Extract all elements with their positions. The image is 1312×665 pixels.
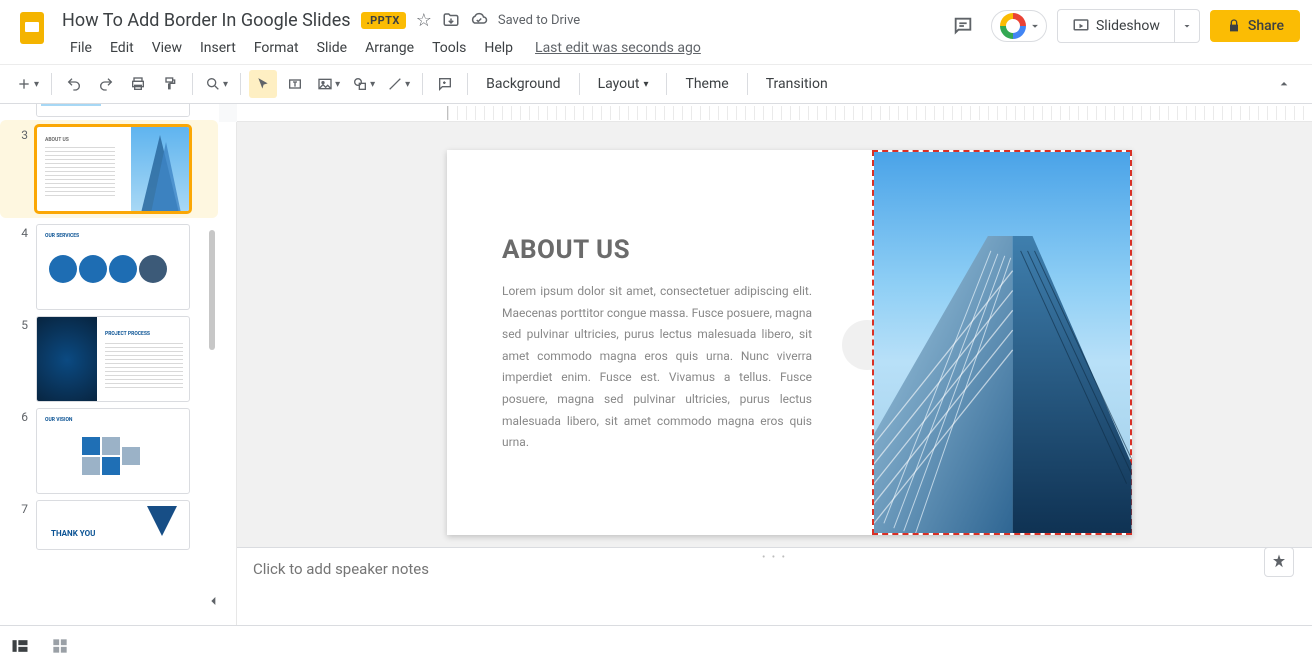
thumb-image <box>131 127 189 211</box>
slideshow-button[interactable]: Slideshow <box>1057 9 1175 43</box>
thumb-title: PROJECT PROCESS <box>105 331 150 337</box>
pane-resize-handle[interactable]: • • • <box>762 552 787 563</box>
cloud-saved-icon[interactable] <box>470 11 488 29</box>
slide-thumb-vision[interactable]: OUR VISION <box>36 408 190 494</box>
thumb-number: 3 <box>18 126 28 142</box>
thumb-graphic <box>37 409 190 494</box>
image-tool[interactable]: ▾ <box>313 70 344 98</box>
thumb-image <box>37 317 97 401</box>
paint-format-button[interactable] <box>156 70 184 98</box>
toolbar: ▾ ▾ ▾ ▾ ▾ Background Layout▾ Theme Trans… <box>0 64 1312 104</box>
bottom-bar <box>0 625 1312 665</box>
new-slide-button[interactable]: ▾ <box>12 70 43 98</box>
menu-slide[interactable]: Slide <box>309 36 355 60</box>
menu-format[interactable]: Format <box>246 36 307 60</box>
current-slide[interactable]: ABOUT US Lorem ipsum dolor sit amet, con… <box>447 150 1132 535</box>
slide-thumb[interactable] <box>36 104 190 117</box>
thumb-text-placeholder <box>45 147 115 197</box>
menu-insert[interactable]: Insert <box>192 36 244 60</box>
present-icon <box>1072 17 1090 35</box>
filmstrip-scrollbar[interactable] <box>209 230 215 350</box>
layout-button[interactable]: Layout▾ <box>588 70 659 98</box>
slideshow-label: Slideshow <box>1096 18 1160 34</box>
lock-icon <box>1226 18 1242 34</box>
thumb-graphic <box>137 501 187 550</box>
meet-button[interactable] <box>991 10 1047 42</box>
theme-button[interactable]: Theme <box>675 70 738 98</box>
thumb-title: THANK YOU <box>51 529 95 538</box>
thumb-number: 5 <box>18 316 28 332</box>
slide-thumb-thankyou[interactable]: THANK YOU <box>36 500 190 550</box>
share-button[interactable]: Share <box>1210 10 1300 42</box>
star-icon[interactable]: ☆ <box>416 10 432 31</box>
slide-thumb-services[interactable]: OUR SERVICES <box>36 224 190 310</box>
selected-image[interactable] <box>872 150 1132 535</box>
filmstrip[interactable]: 3 ABOUT US 4 OUR SERVICES <box>0 104 219 625</box>
thumb-title: ABOUT US <box>45 137 69 143</box>
slide-body[interactable]: Lorem ipsum dolor sit amet, consectetuer… <box>502 281 812 454</box>
collapse-filmstrip-icon[interactable] <box>200 587 228 615</box>
last-edit-link[interactable]: Last edit was seconds ago <box>535 40 701 56</box>
line-tool[interactable]: ▾ <box>383 70 414 98</box>
slide-thumb-process[interactable]: PROJECT PROCESS <box>36 316 190 402</box>
undo-button[interactable] <box>60 70 88 98</box>
share-label: Share <box>1248 18 1284 34</box>
slide-editor[interactable]: ABOUT US Lorem ipsum dolor sit amet, con… <box>237 122 1312 547</box>
menu-edit[interactable]: Edit <box>102 36 142 60</box>
thumb-number: 4 <box>18 224 28 240</box>
textbox-tool[interactable] <box>281 70 309 98</box>
file-type-badge: .PPTX <box>361 12 406 29</box>
move-to-folder-icon[interactable] <box>442 11 460 29</box>
menu-view[interactable]: View <box>144 36 190 60</box>
slideshow-dropdown[interactable] <box>1175 9 1200 43</box>
explore-button[interactable] <box>1264 547 1294 577</box>
menu-bar: File Edit View Insert Format Slide Arran… <box>62 36 945 60</box>
comment-tool[interactable] <box>431 70 459 98</box>
canvas-area: ABOUT US Lorem ipsum dolor sit amet, con… <box>219 104 1312 625</box>
print-button[interactable] <box>124 70 152 98</box>
ruler-horizontal[interactable] <box>237 104 1312 122</box>
menu-file[interactable]: File <box>62 36 100 60</box>
menu-arrange[interactable]: Arrange <box>357 36 422 60</box>
slide-thumb-about-us[interactable]: ABOUT US <box>36 126 190 212</box>
zoom-button[interactable]: ▾ <box>201 70 232 98</box>
shape-tool[interactable]: ▾ <box>348 70 379 98</box>
background-button[interactable]: Background <box>476 70 570 98</box>
view-grid-icon[interactable] <box>50 636 70 656</box>
thumb-title: OUR SERVICES <box>45 233 79 239</box>
image-building <box>874 236 1132 533</box>
view-filmstrip-icon[interactable] <box>10 636 30 656</box>
ruler-vertical[interactable] <box>219 122 237 625</box>
thumb-number: 7 <box>18 500 28 516</box>
thumb-number: 6 <box>18 408 28 424</box>
document-title[interactable]: How To Add Border In Google Slides <box>62 10 351 31</box>
transition-button[interactable]: Transition <box>756 70 838 98</box>
thumb-text-placeholder <box>105 343 183 388</box>
meet-icon <box>1000 13 1026 39</box>
menu-help[interactable]: Help <box>476 36 521 60</box>
select-tool[interactable] <box>249 70 277 98</box>
redo-button[interactable] <box>92 70 120 98</box>
save-status: Saved to Drive <box>498 13 580 28</box>
chevron-down-icon <box>1181 20 1193 32</box>
collapse-toolbar-icon[interactable] <box>1268 72 1300 96</box>
menu-tools[interactable]: Tools <box>424 36 474 60</box>
comments-icon[interactable] <box>945 8 981 44</box>
chevron-down-icon <box>1028 19 1042 33</box>
thumb-graphic <box>49 255 167 283</box>
slide-heading[interactable]: ABOUT US <box>502 235 812 265</box>
slides-app-icon[interactable] <box>12 8 52 48</box>
